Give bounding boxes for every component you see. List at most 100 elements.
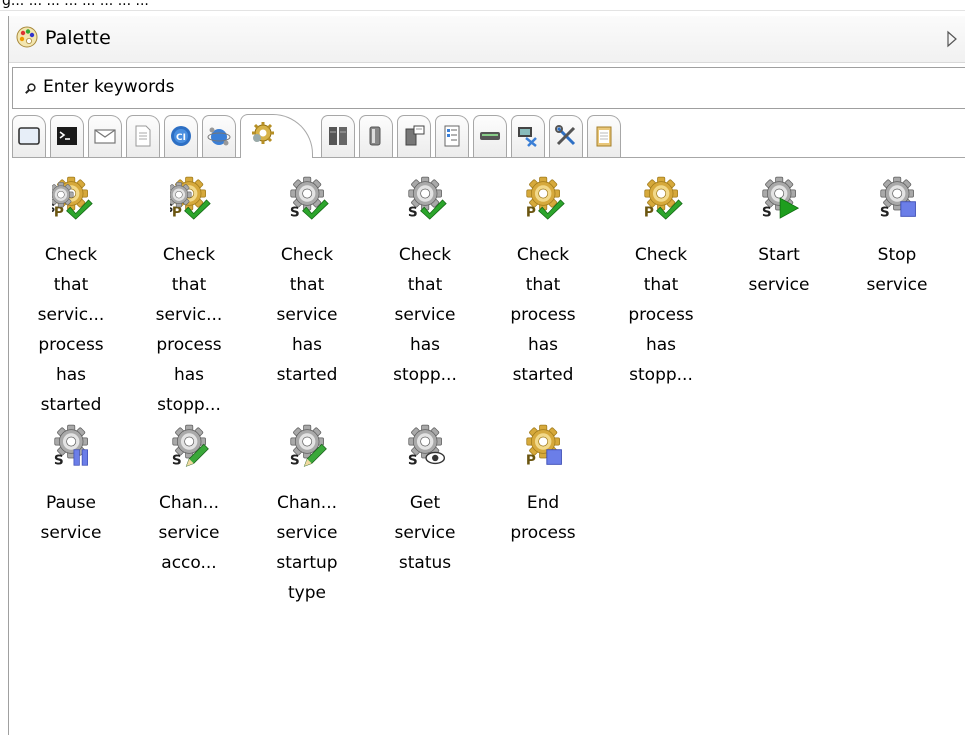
stop-service-icon: S <box>880 176 916 220</box>
label-line: servic... <box>155 305 223 325</box>
service-stopped-icon: S <box>408 176 447 220</box>
label-line: that <box>171 275 207 295</box>
tab-tools[interactable] <box>549 115 583 157</box>
divider <box>0 10 965 11</box>
label-line: process <box>510 523 576 543</box>
ci-icon: CI <box>171 126 191 146</box>
label-line: Check <box>162 245 216 265</box>
start-service-icon: S <box>762 176 800 220</box>
svg-text:S: S <box>52 203 55 215</box>
label-line: Start <box>758 245 800 265</box>
palette-header: Palette <box>9 16 965 63</box>
tab-network-device[interactable] <box>473 115 507 157</box>
label-line: has <box>55 365 87 385</box>
label-line: has <box>409 335 441 355</box>
svg-text:S: S <box>762 204 772 220</box>
palette-item-label: Check that service has started <box>248 240 366 390</box>
search-input[interactable] <box>43 72 923 102</box>
network-globe-icon <box>207 127 231 146</box>
tab-computer-tools[interactable] <box>511 115 545 157</box>
label-line: service <box>866 275 928 295</box>
label-line: Chan... <box>276 493 338 513</box>
service-process-started-icon: PS <box>52 176 93 220</box>
label-line: service <box>40 523 102 543</box>
svg-text:S: S <box>408 204 418 220</box>
label-line: stopp... <box>393 365 457 385</box>
label-line: servic... <box>37 305 105 325</box>
label-line: Pause <box>46 493 96 513</box>
label-line: type <box>288 583 326 603</box>
tab-terminal[interactable] <box>50 115 84 157</box>
tab-server-rack[interactable] <box>321 115 355 157</box>
label-line: service <box>276 523 338 543</box>
label-line: has <box>645 335 677 355</box>
label-line: Check <box>634 245 688 265</box>
palette-item-label: Start service <box>720 240 838 300</box>
terminal-icon <box>57 127 77 145</box>
service-process-stopped-icon: PS <box>170 176 211 220</box>
label-line: Stop <box>877 245 917 265</box>
svg-text:S: S <box>170 203 173 215</box>
process-started-icon: P <box>526 176 565 220</box>
label-line: that <box>289 275 325 295</box>
tab-ci[interactable]: CI <box>164 115 198 157</box>
tab-list-document[interactable] <box>435 115 469 157</box>
category-tabs: CI <box>12 114 965 158</box>
tab-mail[interactable] <box>88 115 122 157</box>
label-line: started <box>276 365 338 385</box>
label-line: that <box>525 275 561 295</box>
search-box <box>12 67 965 109</box>
palette-item-label: Stop service <box>838 240 956 300</box>
palette-icon <box>16 26 38 48</box>
database-icon <box>369 126 381 146</box>
search-icon <box>25 83 36 94</box>
svg-text:S: S <box>408 452 418 468</box>
tab-server-message[interactable] <box>397 115 431 157</box>
palette-item-label: Check that process has stopp... <box>602 240 720 390</box>
palette-item-label: End process <box>484 488 602 548</box>
label-line: Get <box>409 493 441 513</box>
tab-document[interactable] <box>126 115 160 157</box>
label-line: Check <box>398 245 452 265</box>
tab-database[interactable] <box>359 115 393 157</box>
label-line: process <box>156 335 222 355</box>
svg-text:P: P <box>644 204 654 220</box>
tab-clipboard[interactable] <box>587 115 621 157</box>
label-line: service <box>276 305 338 325</box>
change-service-startup-icon: S <box>290 424 327 468</box>
clipboard-icon <box>596 126 612 147</box>
panel-title: Palette <box>45 27 111 49</box>
svg-text:S: S <box>880 204 890 220</box>
service-started-icon: S <box>290 176 329 220</box>
label-line: Check <box>280 245 334 265</box>
label-line: started <box>40 395 102 415</box>
end-process-icon: P <box>526 424 562 468</box>
label-line: Check <box>516 245 570 265</box>
label-line: service <box>158 523 220 543</box>
chevron-right-icon[interactable] <box>945 28 959 50</box>
svg-text:S: S <box>172 452 182 468</box>
pause-service-icon: S <box>54 424 88 468</box>
services-gear-icon <box>252 122 274 144</box>
tab-services-gear[interactable] <box>240 114 313 158</box>
label-line: service <box>394 305 456 325</box>
label-line: process <box>510 305 576 325</box>
palette-item-label: Check that servic... process has stopp... <box>130 240 248 420</box>
tab-network-globe[interactable] <box>202 115 236 157</box>
label-line: has <box>527 335 559 355</box>
palette-items-grid: PSCheckthatservic...processhasstartedPSC… <box>12 168 965 638</box>
change-service-account-icon: S <box>172 424 209 468</box>
label-line: service <box>394 523 456 543</box>
network-device-icon <box>480 132 500 140</box>
palette-item-label: Get service status <box>366 488 484 578</box>
label-line: that <box>407 275 443 295</box>
palette-item-label: Check that servic... process has started <box>12 240 130 420</box>
get-service-status-icon: S <box>408 424 446 468</box>
label-line: that <box>643 275 679 295</box>
process-stopped-icon: P <box>644 176 683 220</box>
label-line: has <box>173 365 205 385</box>
tab-window[interactable] <box>12 115 46 157</box>
label-line: Check <box>44 245 98 265</box>
palette-item-label: Pause service <box>12 488 130 548</box>
label-line: service <box>748 275 810 295</box>
